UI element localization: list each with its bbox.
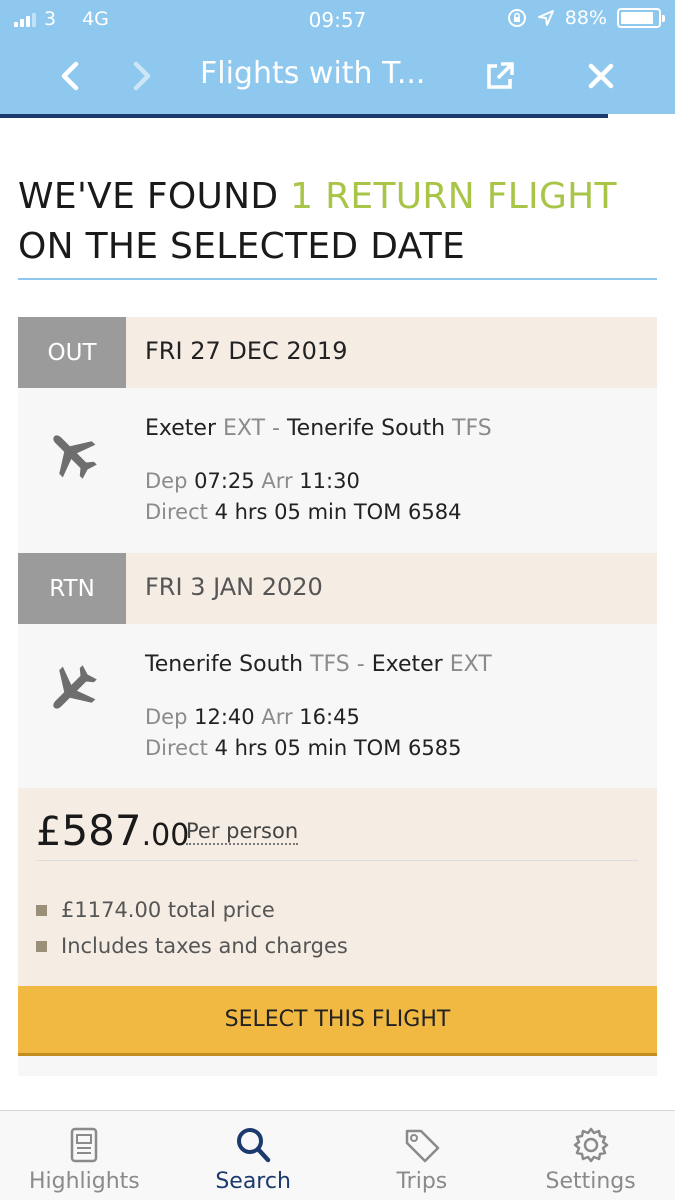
heading-flight-count: 1 return flight: [290, 176, 617, 217]
tab-settings[interactable]: Settings: [506, 1111, 675, 1200]
list-item: £1174.00 total price: [36, 892, 348, 928]
price-decimals: .00: [141, 818, 190, 853]
return-from-code: TFS: [310, 652, 350, 677]
return-date: FRI 3 JAN 2020: [145, 573, 323, 601]
heading-line2: on the selected date: [18, 226, 466, 267]
close-icon: [588, 63, 614, 89]
close-button[interactable]: [577, 52, 625, 100]
select-flight-button[interactable]: SELECT THIS FLIGHT: [18, 986, 657, 1056]
tab-label: Search: [215, 1169, 291, 1194]
tag-icon: [405, 1129, 440, 1163]
tab-search[interactable]: Search: [169, 1111, 338, 1200]
return-tag: RTN: [18, 553, 126, 624]
return-route: Tenerife South TFS - Exeter EXT: [145, 652, 492, 677]
return-route-separator: -: [356, 652, 365, 677]
page-load-progress: [0, 114, 608, 118]
open-external-button[interactable]: [476, 52, 524, 100]
results-heading: We've found 1 return flight on the selec…: [18, 172, 658, 272]
outbound-flight-number: TOM 6584: [353, 500, 462, 524]
return-duration: 4 hrs 05 min: [214, 736, 348, 760]
return-arr-time: 16:45: [299, 705, 360, 729]
outbound-to-code: TFS: [452, 416, 492, 441]
return-from: Tenerife South: [145, 652, 304, 677]
outbound-dep-time: 07:25: [194, 469, 255, 493]
list-item: Includes taxes and charges: [36, 928, 348, 964]
price-details-list: £1174.00 total price Includes taxes and …: [36, 892, 348, 964]
departing-plane-icon: [53, 435, 97, 479]
return-flight-number: TOM 6585: [353, 736, 462, 760]
battery-icon: [617, 8, 665, 28]
price-per-person: £587.00: [36, 806, 189, 855]
return-details: Tenerife South TFS - Exeter EXT Dep 12:4…: [18, 624, 657, 789]
price-currency: £: [36, 809, 62, 855]
outbound-from-code: EXT: [222, 416, 266, 441]
highlights-icon: [71, 1127, 98, 1163]
price-divider: [36, 860, 638, 861]
search-icon: [237, 1128, 271, 1163]
chevron-right-icon: [133, 61, 151, 91]
outbound-tag: OUT: [18, 317, 126, 388]
bullet-square-icon: [36, 940, 47, 952]
return-arr-label: Arr: [261, 705, 293, 729]
outbound-type: Direct: [145, 500, 208, 524]
page-title: Flights with T...: [200, 56, 426, 91]
battery-percent: 88%: [564, 7, 607, 29]
bottom-tab-bar: Highlights Search Trips Settings: [0, 1110, 675, 1200]
return-type: Direct: [145, 736, 208, 760]
return-to-code: EXT: [449, 652, 492, 677]
bullet-square-icon: [36, 904, 47, 916]
tab-label: Trips: [396, 1169, 448, 1194]
card-footer: [18, 1056, 657, 1076]
outbound-route: Exeter EXT - Tenerife South TFS: [145, 416, 492, 441]
chevron-left-icon: [61, 61, 79, 91]
taxes-note: Includes taxes and charges: [61, 934, 348, 958]
outbound-arr-time: 11:30: [299, 469, 360, 493]
return-to: Exeter: [371, 652, 443, 677]
heading-prefix: We've found: [18, 176, 291, 217]
outbound-from: Exeter: [145, 416, 216, 441]
outbound-details: Exeter EXT - Tenerife South TFS Dep 07:2…: [18, 388, 657, 553]
status-bar-right: 88%: [507, 7, 665, 29]
outbound-times: Dep 07:25 Arr 11:30 Direct 4 hrs 05 min …: [145, 466, 461, 528]
status-bar: 3 4G 09:57 88%: [0, 0, 675, 38]
outbound-dep-label: Dep: [145, 469, 188, 493]
gear-icon: [573, 1127, 608, 1163]
return-header: RTN FRI 3 JAN 2020: [18, 553, 657, 624]
per-person-link[interactable]: Per person: [186, 819, 299, 845]
browser-nav-bar: Flights with T...: [0, 38, 675, 114]
outbound-to: Tenerife South: [286, 416, 446, 441]
total-price: £1174.00 total price: [61, 898, 275, 922]
orientation-lock-icon: [507, 9, 526, 27]
location-arrow-icon: [537, 10, 554, 26]
outbound-date: FRI 27 DEC 2019: [145, 337, 348, 365]
back-button[interactable]: [46, 52, 94, 100]
tab-label: Highlights: [28, 1169, 140, 1194]
return-dep-time: 12:40: [194, 705, 255, 729]
heading-divider: [18, 278, 657, 280]
return-times: Dep 12:40 Arr 16:45 Direct 4 hrs 05 min …: [145, 702, 461, 764]
outbound-duration: 4 hrs 05 min: [214, 500, 348, 524]
external-link-icon: [487, 62, 514, 89]
arriving-plane-icon: [53, 665, 97, 709]
outbound-header: OUT FRI 27 DEC 2019: [18, 317, 657, 388]
tab-highlights[interactable]: Highlights: [0, 1111, 169, 1200]
price-summary: £587.00 Per person £1174.00 total price …: [18, 788, 657, 986]
return-dep-label: Dep: [145, 705, 188, 729]
tab-trips[interactable]: Trips: [338, 1111, 507, 1200]
forward-button[interactable]: [118, 52, 166, 100]
tab-label: Settings: [545, 1169, 636, 1194]
outbound-arr-label: Arr: [261, 469, 293, 493]
outbound-route-separator: -: [272, 416, 280, 441]
price-whole: 587: [61, 806, 142, 855]
